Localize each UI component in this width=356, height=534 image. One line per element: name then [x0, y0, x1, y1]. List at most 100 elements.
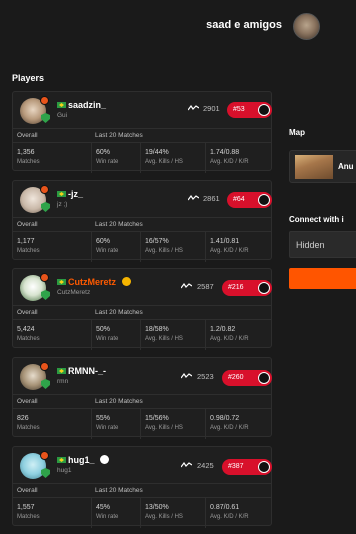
level-badge-icon	[40, 96, 49, 105]
player-subname: hug1	[57, 467, 72, 474]
brazil-flag-icon	[57, 279, 66, 285]
rank-label: #64	[233, 196, 245, 203]
stat-kd-kr: 0.98/0.72	[210, 415, 240, 422]
shield-icon	[41, 468, 50, 478]
trend-icon	[188, 105, 199, 111]
brazil-flag-icon	[57, 191, 66, 197]
skill-level-icon	[258, 282, 270, 294]
level-badge-icon	[40, 362, 49, 371]
players-section-title: Players	[12, 73, 45, 83]
stat-winrate: 45%	[96, 504, 111, 511]
server-ip-value: Hidden	[296, 240, 325, 250]
stat-matches: 1,177	[17, 238, 35, 245]
player-subname: jz ;)	[57, 201, 68, 208]
brazil-flag-icon	[57, 102, 66, 108]
map-tile[interactable]: Anu	[289, 150, 356, 183]
stat-kd-kr: 1.2/0.82	[210, 326, 236, 333]
rank-label: #53	[233, 106, 245, 113]
stat-label: Matches	[17, 514, 40, 520]
last20-header: Last 20 Matches	[95, 221, 143, 228]
stat-label: Matches	[17, 159, 40, 165]
map-thumbnail	[295, 155, 333, 179]
verified-icon	[100, 455, 109, 464]
player-subname: CutzMeretz	[57, 289, 91, 296]
rank-badge[interactable]: #216	[222, 280, 272, 296]
player-elo: 2861	[203, 194, 220, 203]
player-nickname[interactable]: saadzin_	[68, 100, 106, 110]
rank-label: #260	[228, 374, 244, 381]
overall-header: Overall	[17, 398, 38, 405]
player-elo: 2587	[197, 282, 214, 291]
stat-label: Avg. Kills / HS	[145, 514, 183, 520]
stat-kills-hs: 19/44%	[145, 149, 169, 156]
connect-button[interactable]	[289, 268, 356, 289]
stat-label: Avg. Kills / HS	[145, 248, 183, 254]
stat-kd-kr: 1.74/0.88	[210, 149, 240, 156]
brazil-flag-icon	[57, 457, 66, 463]
stat-kills-hs: 18/58%	[145, 326, 169, 333]
stat-label: Avg. Kills / HS	[145, 159, 183, 165]
stat-label: Matches	[17, 248, 40, 254]
player-elo: 2425	[197, 461, 214, 470]
player-card[interactable]: CutzMeretz CutzMeretz 2587 #216 Overall …	[12, 268, 272, 350]
team-name: saad e amigos	[206, 19, 282, 31]
stat-label: Avg. K/D / K/R	[210, 248, 249, 254]
player-card[interactable]: saadzin_ Gui 2901 #53 Overall Last 20 Ma…	[12, 91, 272, 173]
map-name: Anu	[338, 162, 354, 171]
level-badge-icon	[40, 451, 49, 460]
level-badge-icon	[40, 273, 49, 282]
last20-header: Last 20 Matches	[95, 487, 143, 494]
stat-label: Win rate	[96, 425, 119, 431]
stat-matches: 826	[17, 415, 29, 422]
player-subname: rmn	[57, 378, 69, 385]
skill-level-icon	[258, 461, 270, 473]
last20-header: Last 20 Matches	[95, 132, 143, 139]
player-card[interactable]: RMNN-_- rmn 2523 #260 Overall Last 20 Ma…	[12, 357, 272, 439]
player-card[interactable]: hug1_ hug1 2425 #387 Overall Last 20 Mat…	[12, 446, 272, 528]
rank-badge[interactable]: #387	[222, 459, 272, 475]
stat-label: Win rate	[96, 336, 119, 342]
stat-kills-hs: 15/56%	[145, 415, 169, 422]
stat-label: Win rate	[96, 248, 119, 254]
stat-matches: 5,424	[17, 326, 35, 333]
rank-badge[interactable]: #64	[227, 192, 272, 208]
player-nickname[interactable]: -jz_	[68, 189, 83, 199]
stat-label: Avg. K/D / K/R	[210, 514, 249, 520]
stat-label: Win rate	[96, 514, 119, 520]
trend-icon	[181, 283, 192, 289]
shield-icon	[41, 113, 50, 123]
player-nickname[interactable]: CutzMeretz	[68, 277, 116, 287]
stat-kd-kr: 1.41/0.81	[210, 238, 240, 245]
top-bar: saad e amigos	[0, 0, 356, 58]
player-elo: 2901	[203, 104, 220, 113]
rank-badge[interactable]: #53	[227, 102, 272, 118]
level-badge-icon	[40, 185, 49, 194]
server-ip-field[interactable]: Hidden	[289, 231, 356, 258]
player-card[interactable]: -jz_ jz ;) 2861 #64 Overall Last 20 Matc…	[12, 180, 272, 262]
stat-matches: 1,356	[17, 149, 35, 156]
player-subname: Gui	[57, 112, 68, 119]
last20-header: Last 20 Matches	[95, 309, 143, 316]
verified-icon	[122, 277, 131, 286]
stat-kd-kr: 0.87/0.61	[210, 504, 240, 511]
overall-header: Overall	[17, 132, 38, 139]
rank-label: #387	[228, 463, 244, 470]
connect-section-title: Connect with i	[289, 215, 344, 224]
overall-header: Overall	[17, 221, 38, 228]
team-avatar[interactable]	[293, 13, 320, 40]
shield-icon	[41, 379, 50, 389]
stat-label: Avg. Kills / HS	[145, 336, 183, 342]
stat-kills-hs: 16/57%	[145, 238, 169, 245]
stat-label: Matches	[17, 425, 40, 431]
skill-level-icon	[258, 104, 270, 116]
stat-kills-hs: 13/50%	[145, 504, 169, 511]
rank-badge[interactable]: #260	[222, 370, 272, 386]
brazil-flag-icon	[57, 368, 66, 374]
player-nickname[interactable]: hug1_	[68, 455, 95, 465]
overall-header: Overall	[17, 487, 38, 494]
shield-icon	[41, 290, 50, 300]
trend-icon	[181, 462, 192, 468]
player-nickname[interactable]: RMNN-_-	[68, 366, 106, 376]
trend-icon	[188, 195, 199, 201]
stat-winrate: 60%	[96, 149, 111, 156]
